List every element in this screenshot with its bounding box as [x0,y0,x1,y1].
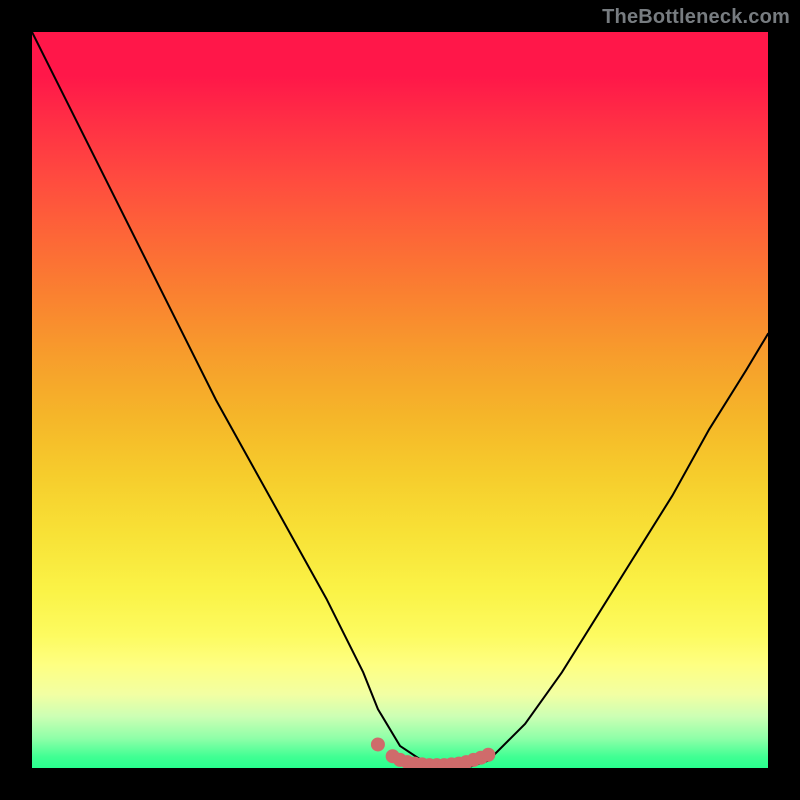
solo-highlight-dot [372,739,383,750]
curve-path [32,32,768,768]
watermark-text: TheBottleneck.com [602,6,790,29]
bottom-highlight-dots [371,737,495,768]
plot-area [32,32,768,768]
highlight-dot [481,748,495,762]
bottleneck-curve [32,32,768,768]
